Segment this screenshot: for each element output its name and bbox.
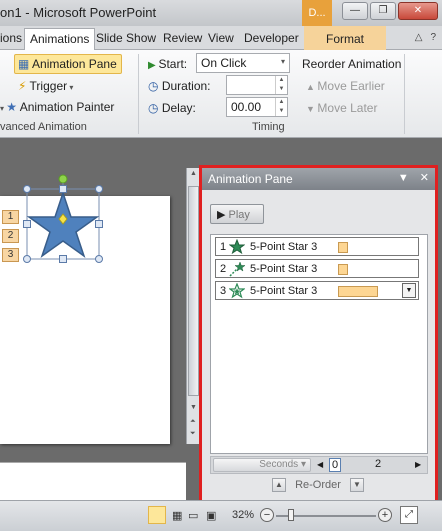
- triangle-up-icon: ▲: [306, 82, 318, 92]
- delay-spinner[interactable]: 00.00 ▲ ▼: [226, 97, 288, 117]
- delay-label: ◷ Delay:: [148, 101, 196, 115]
- animation-tag[interactable]: 3: [2, 248, 19, 262]
- status-bar: ▦ ▭ ▣ 32% − + ⤢: [0, 500, 442, 531]
- normal-view-icon[interactable]: [148, 506, 166, 524]
- close-icon[interactable]: ✕: [398, 2, 438, 20]
- tab-format[interactable]: Format: [304, 26, 386, 50]
- star-shape[interactable]: [20, 174, 110, 274]
- triangle-down-icon: ▼: [306, 104, 318, 114]
- scroll-up-icon[interactable]: ▲: [190, 170, 197, 177]
- reorder-label: Re-Order: [295, 478, 341, 491]
- group-separator: [138, 54, 139, 134]
- list-item[interactable]: 2 5-Point Star 3: [215, 259, 419, 278]
- animation-tag[interactable]: 1: [2, 210, 19, 224]
- slide-show-icon[interactable]: ▣: [206, 509, 216, 522]
- fit-to-window-icon[interactable]: ⤢: [400, 506, 418, 524]
- slide-sorter-icon[interactable]: ▦: [172, 509, 182, 522]
- timing-group-label: Timing: [252, 121, 285, 133]
- drawing-tools-context-tab[interactable]: D...: [302, 0, 332, 26]
- entrance-star-icon: [229, 239, 245, 255]
- timeline-bar[interactable]: [338, 264, 348, 275]
- reorder-up-icon[interactable]: ▲: [272, 478, 286, 492]
- animation-pane-title: Animation Pane: [208, 172, 293, 186]
- timeline-bar[interactable]: [338, 242, 348, 253]
- close-icon[interactable]: ✕: [420, 172, 429, 184]
- next-slide-icon[interactable]: ⏷: [190, 430, 196, 438]
- pane-options-icon[interactable]: ▼: [398, 172, 409, 184]
- reorder-down-icon[interactable]: ▼: [349, 478, 364, 492]
- play-triangle-icon: ▶: [148, 60, 159, 71]
- motion-path-icon: [229, 261, 245, 277]
- star-icon: ★: [6, 100, 20, 114]
- reorder-animation-title: Reorder Animation: [302, 57, 402, 71]
- spinner-arrows-icon[interactable]: ▲ ▼: [275, 98, 287, 116]
- tab-animations[interactable]: Animations: [24, 28, 96, 50]
- tab-transitions[interactable]: ions: [0, 31, 22, 45]
- list-item[interactable]: 1 5-Point Star 3: [215, 237, 419, 256]
- tab-review[interactable]: Review: [163, 31, 202, 45]
- move-later-button[interactable]: ▼ Move Later: [306, 101, 377, 115]
- animation-pane-button[interactable]: ▦ Animation Pane: [14, 54, 122, 74]
- chevron-down-icon: ▾: [67, 83, 74, 92]
- tab-developer[interactable]: Developer: [244, 31, 299, 45]
- animation-painter-button[interactable]: ▾ ★ Animation Painter: [0, 100, 114, 114]
- seconds-button[interactable]: Seconds ▾: [213, 458, 311, 472]
- animation-pane-header: Animation Pane ▼ ✕: [202, 168, 435, 190]
- restore-icon[interactable]: ❐: [370, 2, 396, 20]
- start-dropdown[interactable]: On Click ▾: [196, 53, 290, 73]
- group-separator: [404, 54, 405, 134]
- clock-icon: ◷: [148, 101, 162, 115]
- tab-view[interactable]: View: [208, 31, 234, 45]
- lightning-icon: ⚡: [18, 79, 30, 93]
- play-icon: ▶: [217, 209, 229, 221]
- animation-tag[interactable]: 2: [2, 229, 19, 243]
- play-button[interactable]: ▶ Play: [210, 204, 264, 224]
- duration-label: ◷ Duration:: [148, 79, 211, 93]
- ribbon: ▦ Animation Pane ⚡ Trigger ▾ ▾ ★ Animati…: [0, 50, 442, 138]
- animation-pane: Animation Pane ▼ ✕ ▶ Play 1 5-Point Star…: [199, 165, 438, 503]
- emphasis-star-icon: [229, 283, 245, 299]
- trigger-button[interactable]: ⚡ Trigger ▾: [18, 79, 73, 93]
- reading-view-icon[interactable]: ▭: [188, 509, 198, 522]
- advanced-animation-group-label: vanced Animation: [0, 121, 87, 133]
- timeline-bar[interactable]: [338, 286, 378, 297]
- scroll-right-icon[interactable]: ▶: [415, 460, 421, 469]
- rotate-handle[interactable]: [58, 174, 68, 184]
- clock-icon: ◷: [148, 79, 162, 93]
- previous-slide-icon[interactable]: ⏶: [190, 418, 196, 426]
- duration-spinner[interactable]: ▲ ▼: [226, 75, 288, 95]
- zoom-out-icon[interactable]: −: [260, 508, 274, 522]
- timeline-ruler: Seconds ▾ ◀ 0 2 ▶: [210, 456, 428, 474]
- title-bar: on1 - Microsoft PowerPoint D... — ❐ ✕: [0, 0, 442, 26]
- window-title: on1 - Microsoft PowerPoint: [0, 5, 157, 20]
- animation-list: 1 5-Point Star 3 2 5-Point Star 3 3 5-Po…: [210, 234, 428, 454]
- chevron-down-icon: ▾: [280, 57, 285, 66]
- start-label: ▶ Start:: [148, 57, 188, 71]
- zoom-in-icon[interactable]: +: [378, 508, 392, 522]
- list-item[interactable]: 3 5-Point Star 3 ▼: [215, 281, 419, 300]
- timeline-end: 2: [375, 458, 382, 470]
- tab-slide-show[interactable]: Slide Show: [96, 31, 156, 45]
- timeline-start: 0: [329, 458, 342, 472]
- zoom-level[interactable]: 32%: [232, 509, 254, 521]
- help-icon[interactable]: ?: [430, 32, 436, 43]
- move-earlier-button[interactable]: ▲ Move Earlier: [306, 79, 385, 93]
- animation-pane-icon: ▦: [18, 57, 33, 71]
- chevron-up-icon[interactable]: △: [415, 32, 423, 43]
- ribbon-tabs: ions Animations Slide Show Review View D…: [0, 26, 442, 50]
- zoom-slider-thumb[interactable]: [288, 509, 294, 521]
- scroll-left-icon[interactable]: ◀: [317, 460, 323, 469]
- scroll-thumb[interactable]: [188, 186, 199, 396]
- spinner-arrows-icon[interactable]: ▲ ▼: [275, 76, 287, 94]
- scroll-down-icon[interactable]: ▼: [190, 404, 197, 411]
- chevron-down-icon: ▾: [298, 459, 306, 470]
- reorder-controls: ▲ Re-Order ▼: [272, 478, 364, 492]
- chevron-down-icon[interactable]: ▼: [402, 283, 416, 298]
- minimize-icon[interactable]: —: [342, 2, 368, 20]
- slide-canvas[interactable]: 1 2 3: [0, 174, 170, 444]
- notes-pane[interactable]: [0, 462, 186, 500]
